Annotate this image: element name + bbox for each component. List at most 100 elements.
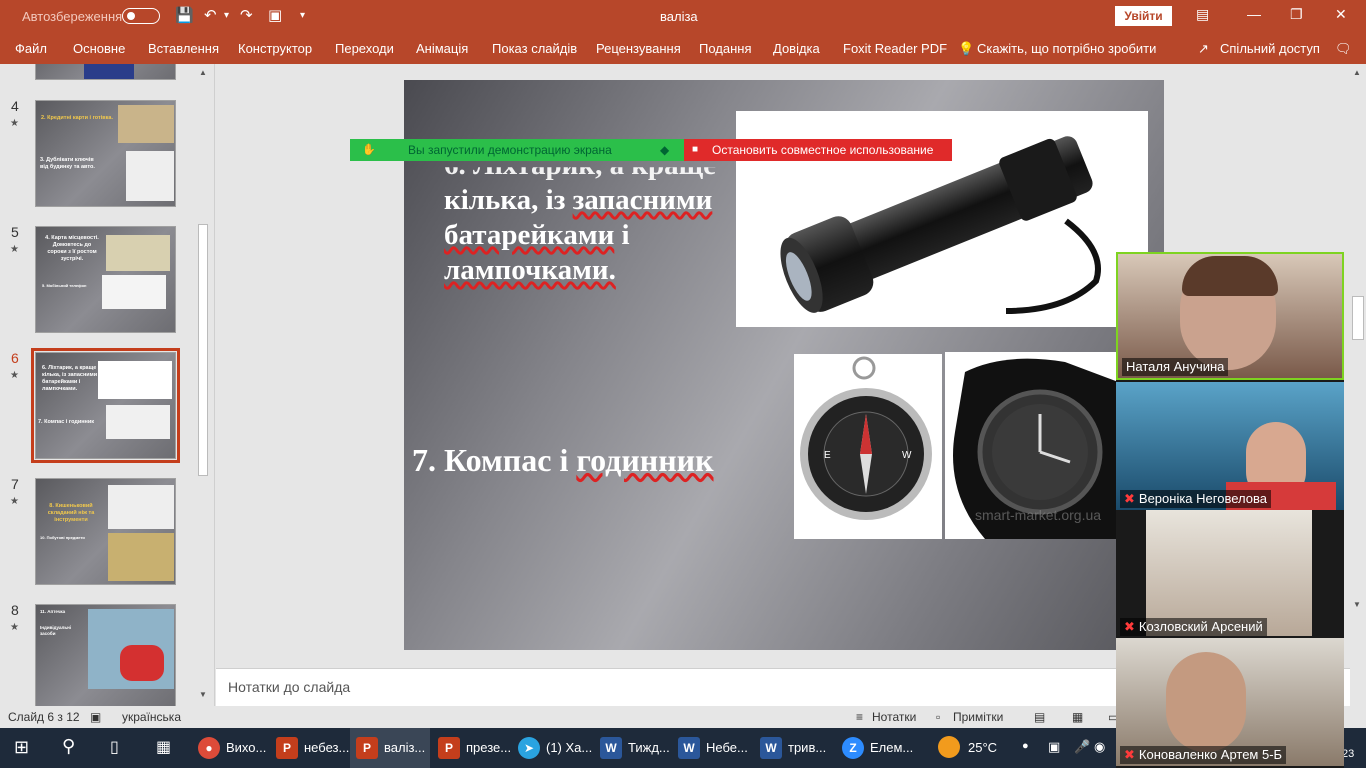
close-icon[interactable]: ✕ <box>1335 6 1347 23</box>
spellcheck-icon[interactable]: ▣ <box>90 710 101 724</box>
animation-star-icon: ★ <box>10 370 19 381</box>
tab-home[interactable]: Основне <box>73 41 125 56</box>
slide-thumbnail-4[interactable]: 2. Кредитні карти і готівка. 3. Дублікат… <box>35 100 176 207</box>
language-indicator[interactable]: українська <box>122 710 181 724</box>
slide-thumbnails-panel[interactable]: 4 ★ 2. Кредитні карти і готівка. 3. Дубл… <box>0 64 215 706</box>
tab-transitions[interactable]: Переходи <box>335 41 394 56</box>
screen-share-status: Вы запустили демонстрацию экрана <box>408 143 612 157</box>
ribbon-display-options-icon[interactable]: ▤ <box>1196 6 1209 23</box>
taskbar-item-word-1[interactable]: W Тижд... <box>594 728 672 768</box>
video-tile[interactable]: ✖ Козловский Арсений <box>1116 510 1344 638</box>
scroll-thumb[interactable] <box>1352 296 1364 340</box>
compass-image[interactable]: W E <box>794 354 942 539</box>
scroll-up-icon[interactable]: ▲ <box>199 68 207 77</box>
scroll-down-icon[interactable]: ▼ <box>1353 600 1361 609</box>
maximize-icon[interactable]: ❐ <box>1290 6 1303 23</box>
weather-temperature[interactable]: 25°C <box>968 740 997 755</box>
search-icon[interactable]: ⚲ <box>62 736 75 757</box>
slideshow-from-start-icon[interactable]: ▣ <box>268 7 282 25</box>
task-view-icon[interactable]: ▯ <box>110 737 119 757</box>
taskbar-item-chrome[interactable]: ● Вихо... <box>192 728 268 768</box>
first-aid-bag-image <box>120 645 164 681</box>
slide-text-line-1: кілька, із запасними <box>444 184 713 216</box>
comments-toggle-button[interactable]: Примітки <box>953 710 1003 724</box>
signin-button[interactable]: Увійти <box>1115 6 1172 26</box>
taskbar-item-powerpoint-2[interactable]: P валіз... <box>350 728 430 768</box>
taskbar-item-powerpoint-3[interactable]: P презе... <box>432 728 511 768</box>
watermark-text: smart-market.org.ua <box>975 507 1101 523</box>
spellcheck-word: лампочками. <box>444 254 616 286</box>
customize-quick-access-icon[interactable]: ▾ <box>300 7 305 25</box>
tray-app-icon[interactable]: ▣ <box>1048 739 1060 755</box>
word-icon: W <box>760 737 782 759</box>
slide-text-flashlight[interactable]: 6. Ліхтарик, а краще кілька, із запасним… <box>444 167 744 288</box>
comments-icon[interactable]: 🗨 <box>1335 41 1352 57</box>
shield-icon: ◆ <box>660 143 670 157</box>
tab-file[interactable]: Файл <box>15 41 47 56</box>
stop-share-button[interactable]: ■ Остановить совместное использование <box>684 139 952 161</box>
taskbar-item-telegram[interactable]: ➤ (1) Ха... <box>512 728 594 768</box>
taskbar-item-word-2[interactable]: W Небе... <box>672 728 752 768</box>
editor-scrollbar[interactable]: ▲ ▼ <box>1350 64 1366 706</box>
thumbnails-scrollbar[interactable]: ▲ ▼ <box>196 64 212 706</box>
powerpoint-icon: P <box>356 737 378 759</box>
taskbar-item-zoom[interactable]: Z Елем... <box>836 728 916 768</box>
screen-share-banner: ✋ Вы запустили демонстрацию экрана ◆ <box>350 139 684 161</box>
slide-thumbnail-3[interactable] <box>35 64 176 80</box>
slide-text-compass[interactable]: 7. Компас і годинник <box>412 442 714 479</box>
thumb-text: 5. Мобільний телефон <box>42 283 87 288</box>
tab-review[interactable]: Рецензування <box>596 41 681 56</box>
notes-toggle-button[interactable]: Нотатки <box>872 710 916 724</box>
taskbar-item-powerpoint-1[interactable]: P небез... <box>270 728 349 768</box>
undo-icon[interactable]: ↶ <box>204 7 217 25</box>
thumb-title: 4. Карта місцевості. Домовтесь до сороки… <box>45 235 99 262</box>
participant-hair <box>1182 256 1278 296</box>
spellcheck-word: батарейками <box>444 219 615 251</box>
word-icon: W <box>600 737 622 759</box>
slide-counter: Слайд 6 з 12 <box>8 710 80 724</box>
current-slide[interactable]: 6. Ліхтарик, а краще кілька, із запасним… <box>404 80 1164 650</box>
taskbar-item-word-3[interactable]: W трив... <box>754 728 834 768</box>
tab-foxit[interactable]: Foxit Reader PDF <box>843 41 947 56</box>
windows-start-icon[interactable]: ⊞ <box>14 737 29 758</box>
undo-dropdown-icon[interactable]: ▾ <box>224 7 229 25</box>
minimize-icon[interactable]: — <box>1247 6 1261 22</box>
zoom-tray-icon[interactable]: ◉ <box>1094 739 1105 755</box>
autosave-toggle[interactable] <box>122 8 160 24</box>
ribbon-tabs: Файл Основне Вставлення Конструктор Пере… <box>0 33 1366 64</box>
redo-icon[interactable]: ↷ <box>240 7 253 25</box>
video-participants-panel[interactable]: Наталя Анучина ✖ Вероніка Неговелова ✖ Коз… <box>1116 252 1344 768</box>
slide-sorter-icon[interactable]: ▦ <box>1072 710 1083 724</box>
tab-insert[interactable]: Вставлення <box>148 41 219 56</box>
video-tile[interactable]: ✖ Коноваленко Артем 5-Б <box>1116 638 1344 766</box>
scroll-thumb[interactable] <box>198 224 208 476</box>
tab-view[interactable]: Подання <box>699 41 752 56</box>
tab-help[interactable]: Довідка <box>773 41 820 56</box>
participant-name: ✖ Коноваленко Артем 5-Б <box>1120 746 1287 764</box>
scroll-up-icon[interactable]: ▲ <box>1353 68 1361 77</box>
slide-thumbnail-5[interactable]: 4. Карта місцевості. Домовтесь до сороки… <box>35 226 176 333</box>
tell-me-search[interactable]: Скажіть, що потрібно зробити <box>977 41 1156 56</box>
tab-design[interactable]: Конструктор <box>238 41 312 56</box>
scroll-down-icon[interactable]: ▼ <box>199 690 207 699</box>
tab-slideshow[interactable]: Показ слайдів <box>492 41 577 56</box>
video-tile[interactable]: ✖ Вероніка Неговелова <box>1116 382 1344 510</box>
drag-handle-icon[interactable]: ✋ <box>362 139 376 161</box>
muted-microphone-icon: ✖ <box>1124 619 1135 634</box>
normal-view-icon[interactable]: ▤ <box>1034 710 1045 724</box>
document-title: валіза <box>660 9 698 24</box>
animation-star-icon: ★ <box>10 244 19 255</box>
slide-thumbnail-7[interactable]: 8. Кишеньковий складаний ніж та інструме… <box>35 478 176 585</box>
slide-thumbnail-6[interactable]: 6. Ліхтарик, а краще кілька, із запасним… <box>31 348 180 463</box>
microphone-icon[interactable]: 🎤 <box>1074 739 1090 755</box>
spellcheck-word: годинник <box>576 442 714 478</box>
tray-app-icon[interactable]: ● <box>1022 740 1029 752</box>
save-icon[interactable]: 💾 <box>175 7 194 25</box>
calculator-icon[interactable]: ▦ <box>156 737 171 757</box>
share-button[interactable]: Спільний доступ <box>1220 41 1320 56</box>
lightbulb-icon: 💡 <box>958 41 975 56</box>
video-tile[interactable]: Наталя Анучина <box>1116 252 1344 380</box>
participant-name: ✖ Козловский Арсений <box>1120 618 1267 636</box>
slide-thumbnail-8[interactable]: 11. Аптечка Індивідуальні засоби <box>35 604 176 706</box>
tab-animations[interactable]: Анімація <box>416 41 468 56</box>
